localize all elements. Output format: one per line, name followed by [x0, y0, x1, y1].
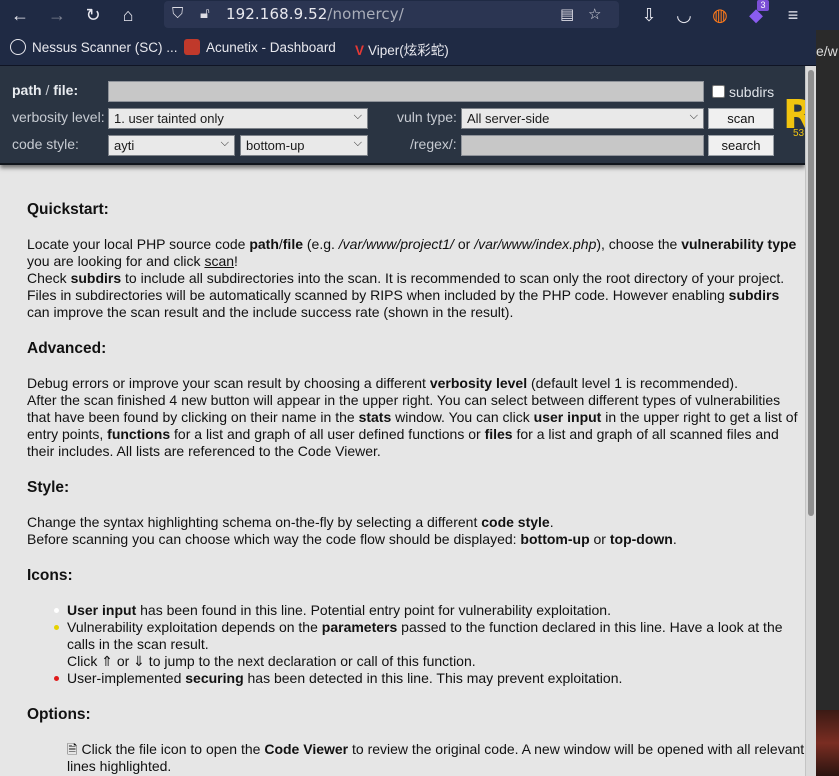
- user-input-icon: [54, 608, 59, 613]
- bookmark-viper[interactable]: V Viper(炫彩蛇): [355, 39, 449, 59]
- logo-sub: 53: [793, 128, 805, 139]
- globe-icon: [10, 39, 26, 55]
- options-text: 🗎︎ Click the file icon to open the Code V…: [67, 741, 805, 774]
- verbosity-label: verbosity level:: [12, 109, 105, 125]
- path-input[interactable]: [108, 81, 704, 102]
- bookmark-label: Viper(炫彩蛇): [368, 43, 449, 58]
- chevron-down-icon: ⌵: [353, 137, 362, 149]
- menu-icon[interactable]: ≡: [781, 3, 805, 27]
- url-path: /nomercy/: [327, 5, 404, 23]
- chevron-down-icon: ⌵: [689, 110, 698, 122]
- verbosity-value: 1. user tainted only: [114, 111, 224, 126]
- acunetix-icon: [184, 39, 200, 55]
- icons-list: User input has been found in this line. …: [54, 602, 805, 687]
- pocket-icon[interactable]: ◡: [672, 3, 696, 27]
- rips-page: path / file: subdirs verbosity level: 1.…: [0, 66, 805, 776]
- code-style-value: ayti: [114, 138, 135, 153]
- chevron-down-icon: ⌵: [220, 137, 229, 149]
- flow-select[interactable]: bottom-up ⌵: [240, 135, 368, 156]
- extension-badge: 3: [757, 0, 769, 11]
- page-scrollbar[interactable]: [805, 66, 816, 776]
- bookmark-label: Nessus Scanner (SC) ...: [32, 40, 178, 55]
- browser-toolbar: ← → ↻ ⌂ ⛉ 🔓︎ 192.168.9.52/nomercy/ ▤ ☆ ⇩…: [0, 0, 839, 30]
- viper-icon: V: [355, 43, 365, 58]
- subdirs-checkbox[interactable]: [712, 85, 725, 98]
- help-content: Quickstart: Locate your local PHP source…: [27, 201, 805, 775]
- search-button[interactable]: search: [708, 135, 774, 156]
- quickstart-heading: Quickstart:: [27, 201, 109, 218]
- advanced-heading: Advanced:: [27, 340, 107, 357]
- style-heading: Style:: [27, 479, 70, 496]
- vuln-type-label: vuln type:: [397, 109, 457, 125]
- vuln-type-select[interactable]: All server-side ⌵: [461, 108, 704, 129]
- path-file-label: path / file:: [12, 82, 79, 98]
- scrollbar-thumb[interactable]: [808, 70, 814, 516]
- list-item: Vulnerability exploitation depends on th…: [54, 619, 805, 670]
- url-host: 192.168.9.52: [226, 5, 328, 23]
- url-text[interactable]: 192.168.9.52/nomercy/: [226, 5, 404, 23]
- scan-panel: path / file: subdirs verbosity level: 1.…: [0, 66, 805, 165]
- background-image: [816, 710, 839, 776]
- reload-icon[interactable]: ↻: [81, 3, 105, 27]
- bookmarks-bar: Nessus Scanner (SC) ... Acunetix - Dashb…: [0, 30, 839, 66]
- file-icon: 🗎︎: [67, 742, 78, 757]
- downloads-icon[interactable]: ⇩: [637, 3, 661, 27]
- rips-logo: R 53: [781, 88, 805, 148]
- forward-icon[interactable]: →: [45, 3, 69, 27]
- icons-heading: Icons:: [27, 567, 73, 584]
- regex-input[interactable]: [461, 135, 704, 156]
- bookmark-acunetix[interactable]: Acunetix - Dashboard: [184, 39, 336, 55]
- advanced-text: Debug errors or improve your scan result…: [27, 375, 798, 459]
- subdirs-label: subdirs: [729, 84, 775, 100]
- code-style-label: code style:: [12, 136, 79, 152]
- chevron-down-icon: ⌵: [353, 110, 362, 122]
- bookmark-nessus[interactable]: Nessus Scanner (SC) ...: [10, 39, 178, 55]
- background-window: e/w: [816, 30, 839, 776]
- vuln-type-value: All server-side: [467, 111, 550, 126]
- extension-icon[interactable]: ◍: [708, 3, 732, 27]
- background-window-text: e/w: [816, 43, 838, 59]
- list-item: User input has been found in this line. …: [54, 602, 805, 619]
- quickstart-text: Locate your local PHP source code path/f…: [27, 236, 797, 320]
- securing-icon: [54, 676, 59, 681]
- style-text: Change the syntax highlighting schema on…: [27, 514, 677, 547]
- regex-label: /regex/:: [410, 136, 457, 152]
- bookmark-star-icon[interactable]: ☆: [588, 5, 601, 23]
- shield-icon[interactable]: ⛉: [172, 5, 183, 22]
- list-item: User-implemented securing has been detec…: [54, 670, 805, 687]
- insecure-lock-icon[interactable]: 🔓︎: [200, 5, 210, 22]
- parameter-icon: [54, 625, 59, 630]
- options-heading: Options:: [27, 706, 91, 723]
- flow-value: bottom-up: [246, 138, 305, 153]
- code-style-select[interactable]: ayti ⌵: [108, 135, 235, 156]
- back-icon[interactable]: ←: [8, 3, 32, 27]
- bookmark-label: Acunetix - Dashboard: [206, 40, 336, 55]
- reader-view-icon[interactable]: ▤: [560, 5, 574, 23]
- home-icon[interactable]: ⌂: [116, 3, 140, 27]
- verbosity-select[interactable]: 1. user tainted only ⌵: [108, 108, 368, 129]
- scan-link[interactable]: scan: [204, 253, 234, 269]
- url-bar[interactable]: ⛉ 🔓︎ 192.168.9.52/nomercy/ ▤ ☆: [164, 1, 619, 28]
- scan-button[interactable]: scan: [708, 108, 774, 129]
